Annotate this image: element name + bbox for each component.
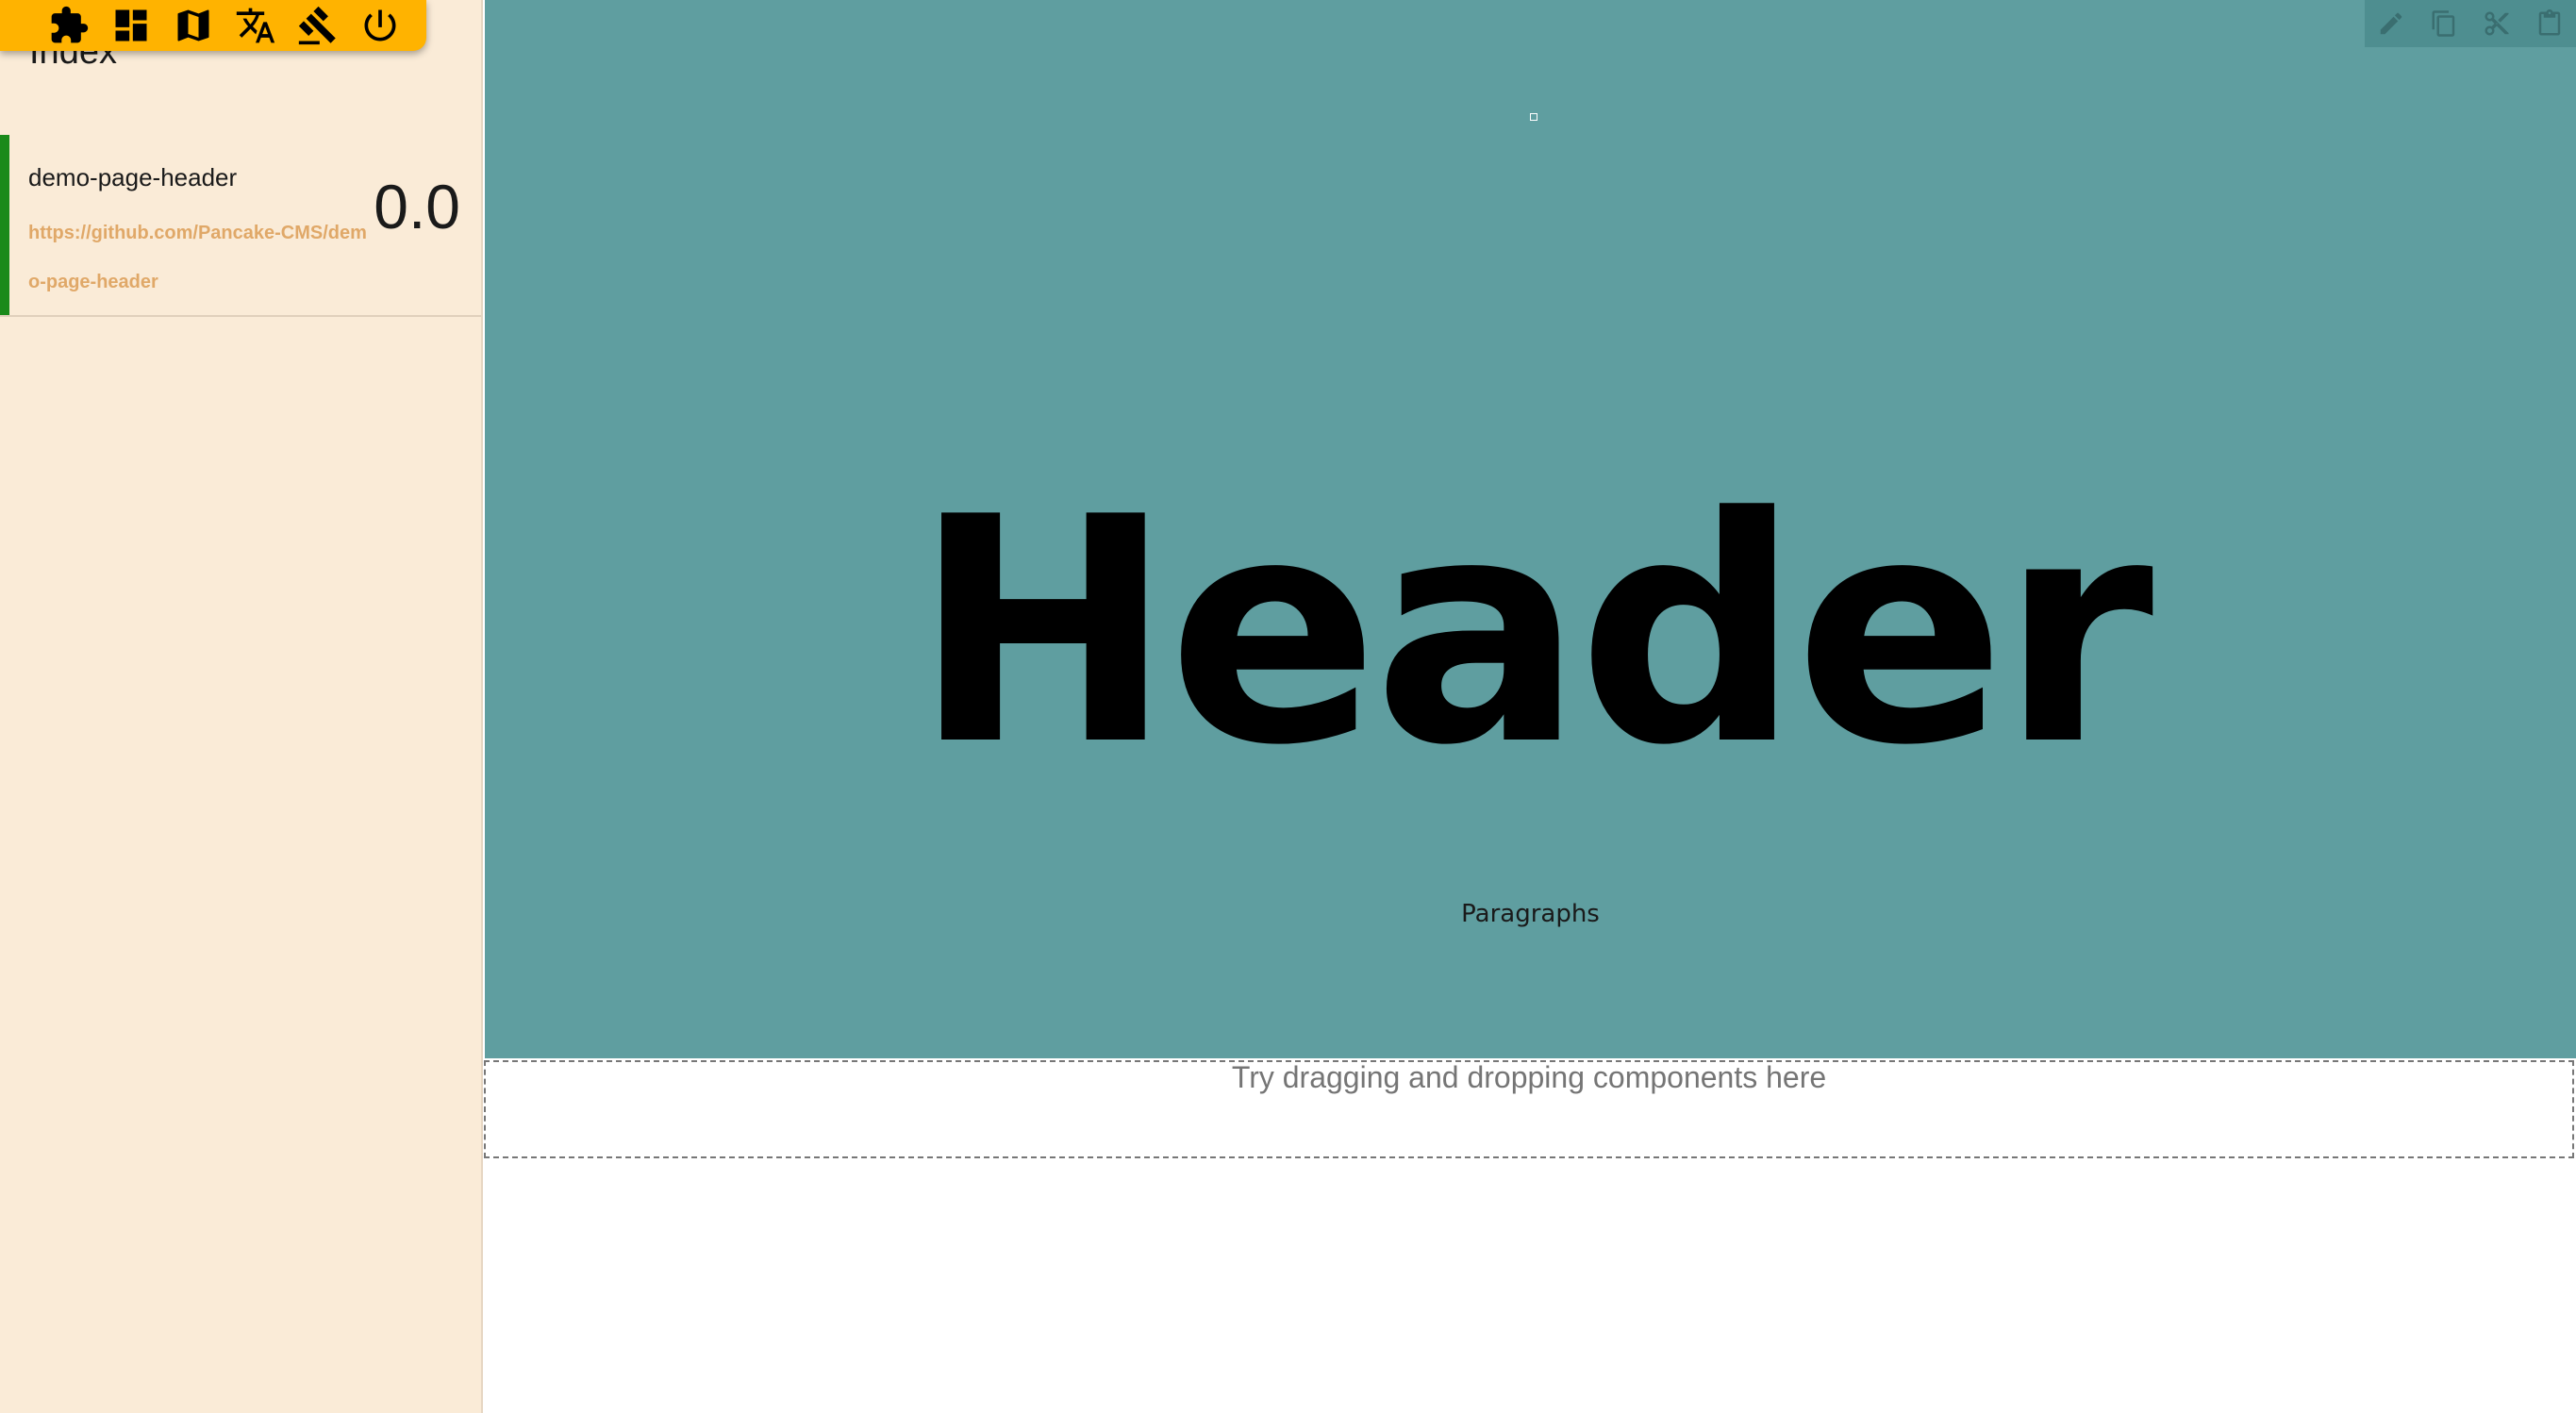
component-version: 0.0	[374, 172, 460, 241]
component-name: demo-page-header	[28, 163, 238, 191]
component-edit-toolbar	[2365, 0, 2576, 47]
puzzle-icon[interactable]	[47, 4, 91, 47]
power-icon[interactable]	[358, 4, 402, 47]
map-icon[interactable]	[172, 4, 215, 47]
main-toolbar	[0, 0, 426, 51]
sidebar: Index demo-page-header https://github.co…	[0, 0, 483, 1413]
drop-zone-hint: Try dragging and dropping components her…	[1231, 1060, 1827, 1094]
header-paragraph[interactable]: Paragraphs	[485, 900, 2576, 928]
cut-icon[interactable]	[2475, 2, 2518, 45]
copy-icon[interactable]	[2422, 2, 2466, 45]
page-header-preview[interactable]: Header Paragraphs	[485, 0, 2576, 1058]
edit-icon[interactable]	[2369, 2, 2413, 45]
header-title[interactable]: Header	[485, 472, 2576, 792]
gavel-icon[interactable]	[296, 4, 340, 47]
translate-icon[interactable]	[234, 4, 277, 47]
component-repo-link[interactable]: https://github.com/Pancake-CMS/demo-page…	[28, 208, 377, 307]
dashboard-icon[interactable]	[109, 4, 153, 47]
component-active-marker	[0, 135, 9, 315]
component-item[interactable]: demo-page-header https://github.com/Panc…	[0, 135, 481, 317]
paste-icon[interactable]	[2528, 2, 2571, 45]
selection-handle[interactable]	[1530, 113, 1537, 121]
